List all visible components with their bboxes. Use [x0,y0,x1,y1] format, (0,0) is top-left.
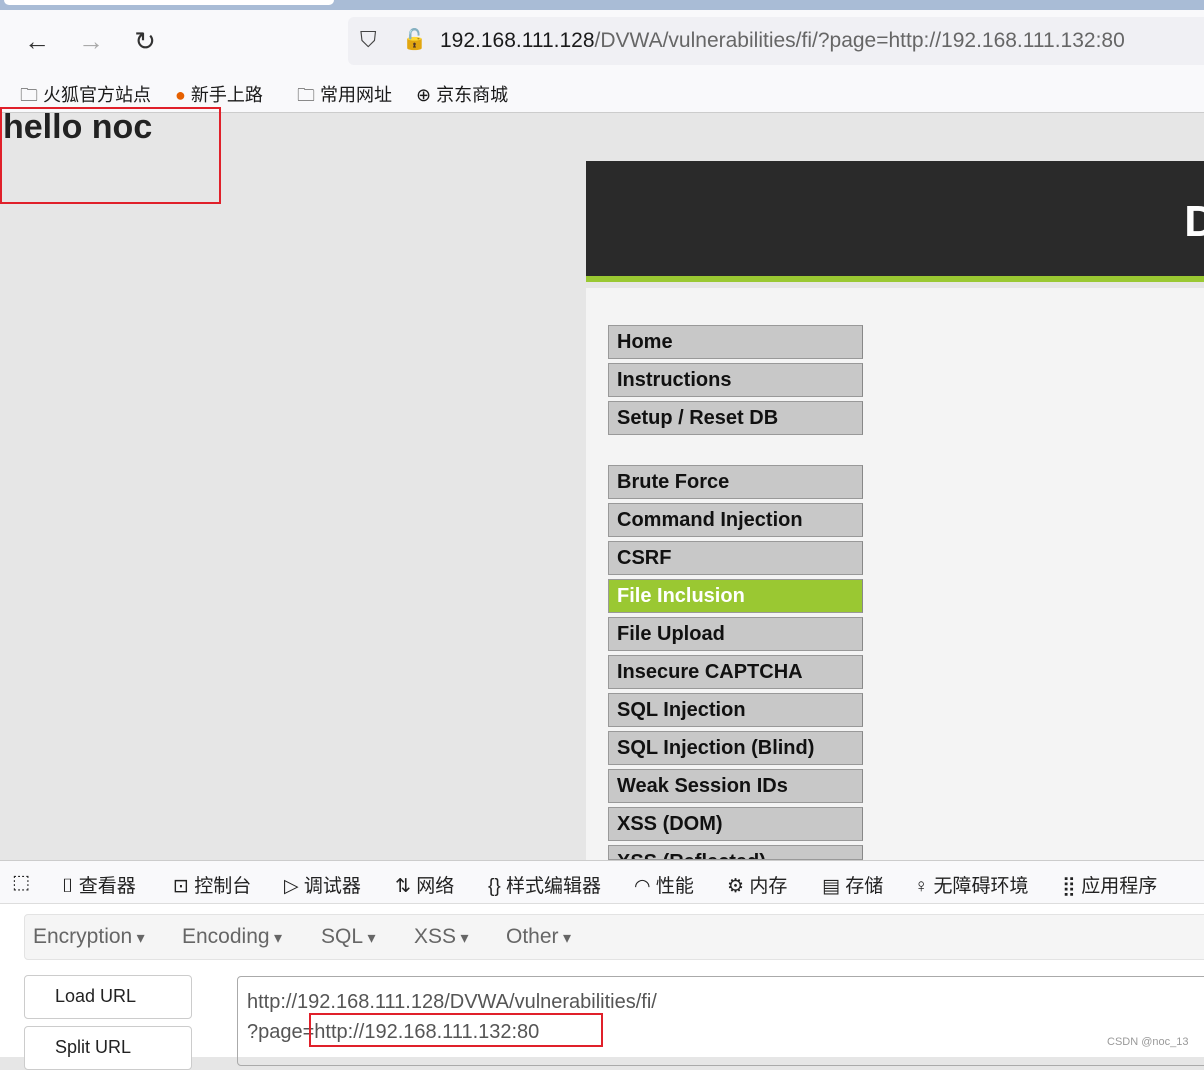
inspector-icon: ⌷ [62,876,79,897]
menu-item[interactable]: XSS (Reflected) [608,845,863,860]
menu-item[interactable]: XSS (DOM) [608,807,863,841]
devtools-tab-label: 样式编辑器 [505,876,601,897]
devtools-tab-label: 网络 [416,876,455,897]
watermark: CSDN @noc_13 [1107,1036,1189,1048]
url-path: /DVWA/vulnerabilities/fi/?page=http://19… [594,29,1125,52]
menu-item[interactable]: File Inclusion [608,579,863,613]
hackbar-menu-sql[interactable]: SQL ▾ [321,925,376,949]
tab-strip [0,0,1204,10]
application-icon: ⣿ [1062,876,1082,897]
devtools-tab-label: 存储 [845,876,884,897]
storage-icon: ▤ [822,876,846,897]
menu-item[interactable]: Insecure CAPTCHA [608,655,863,689]
menu-item[interactable]: CSRF [608,541,863,575]
highlight-box [309,1013,603,1047]
devtools-tab-label: 查看器 [78,876,136,897]
devtools-tab-label: 性能 [655,876,694,897]
hackbar-menu-xss[interactable]: XSS ▾ [414,925,469,949]
devtools-tab[interactable]: ⣿ 应用程序 [1062,871,1157,898]
caret-down-icon: ▾ [363,930,376,947]
bookmark-item[interactable]: ● 新手上路 [175,81,263,107]
debugger-icon: ▷ [284,876,304,897]
folder-icon: 🗀 [297,85,315,105]
menu-item[interactable]: SQL Injection [608,693,863,727]
caret-down-icon: ▾ [269,930,283,947]
hackbar-menu: Encryption ▾ Encoding ▾ SQL ▾ XSS ▾ Other ▾ [24,914,1204,960]
load-url-button[interactable]: Load URL [24,975,192,1019]
bookmark-label: 火狐官方站点 [43,85,152,105]
style-editor-icon: {} [488,876,506,897]
menu-item[interactable]: Home [608,325,863,359]
insecure-lock-icon[interactable]: 🔓 [402,27,427,52]
shield-icon[interactable]: ⛉ [360,27,377,53]
memory-icon: ⚙ [727,876,750,897]
menu-item[interactable]: Weak Session IDs [608,769,863,803]
devtools-tab[interactable]: ⇅ 网络 [395,871,454,898]
menu-item[interactable]: Brute Force [608,465,863,499]
caret-down-icon: ▾ [132,930,145,947]
menu-item[interactable]: SQL Injection (Blind) [608,731,863,765]
devtools-tab-label: 内存 [749,876,788,897]
split-url-label: Split URL [55,1037,132,1057]
logo: D [1184,197,1204,246]
devtools-tab-label: 应用程序 [1081,876,1158,897]
devtools-tab[interactable]: ▷ 调试器 [284,871,361,898]
devtools-tab[interactable]: ⚙ 内存 [727,871,787,898]
caret-down-icon: ▾ [558,930,572,947]
menu-item[interactable]: Command Injection [608,503,863,537]
hackbar-menu-encryption[interactable]: Encryption ▾ [33,925,145,949]
split-url-button[interactable]: Split URL [24,1026,192,1070]
hackbar-menu-other[interactable]: Other ▾ [506,925,571,949]
firefox-icon: ● [175,85,186,105]
devtools-tab[interactable]: ◠ 性能 [634,871,694,898]
devtools-tab[interactable]: ▤ 存储 [822,871,883,898]
devtools-tab[interactable]: {} 样式编辑器 [488,871,601,898]
picker-icon[interactable]: ⬚ [12,871,30,894]
load-url-label: Load URL [55,986,137,1006]
menu-item[interactable]: Setup / Reset DB [608,401,863,435]
menu-label: Other [506,925,559,948]
bookmark-item[interactable]: ⊕ 京东商城 [416,81,508,107]
devtools-tab[interactable]: ⊡ 控制台 [173,871,251,898]
nav-bar: ← → ↻ ⛉ 🔓 192.168.111.128/DVWA/vulnerabi… [0,10,1204,72]
menu-label: XSS [414,925,457,948]
back-icon[interactable]: ← [21,26,53,57]
accessibility-icon: ♀ [914,876,934,897]
devtools-tab[interactable]: ⌷ 查看器 [62,871,136,898]
menu-item[interactable]: File Upload [608,617,863,651]
folder-icon: 🗀 [20,85,38,105]
dvwa-header: D [586,161,1204,282]
menu-label: Encryption [33,925,133,948]
url-host: 192.168.111.128 [440,29,595,52]
devtools-toolbar: ⬚ ⌷ 查看器 ⊡ 控制台 ▷ 调试器 ⇅ 网络 {} 样式编辑器 ◠ 性能 ⚙ 内存 ▤ 存… [0,860,1204,904]
menu-item[interactable]: Instructions [608,363,863,397]
reload-icon[interactable]: ↻ [129,26,161,57]
bookmark-label: 新手上路 [190,85,263,105]
devtools-tab-label: 控制台 [194,876,252,897]
caret-down-icon: ▾ [456,930,469,947]
globe-icon: ⊕ [416,85,432,105]
devtools-tab[interactable]: ♀ 无障碍环境 [914,871,1029,898]
bookmark-item[interactable]: 🗀 常用网址 [297,81,392,113]
console-icon: ⊡ [173,876,195,897]
hackbar-menu-encoding[interactable]: Encoding ▾ [182,925,282,949]
active-tab[interactable] [4,0,334,5]
menu-label: SQL [321,925,364,948]
devtools-tab-label: 无障碍环境 [933,876,1029,897]
bookmark-label: 常用网址 [320,85,393,105]
menu-label: Encoding [182,925,270,948]
devtools-tab-label: 调试器 [303,876,361,897]
bookmark-label: 京东商城 [436,85,509,105]
url-bar[interactable]: ⛉ 🔓 192.168.111.128/DVWA/vulnerabilities… [348,17,1204,65]
performance-icon: ◠ [634,876,656,897]
network-icon: ⇅ [395,876,417,897]
forward-icon[interactable]: → [75,26,107,57]
highlight-box [0,107,221,204]
